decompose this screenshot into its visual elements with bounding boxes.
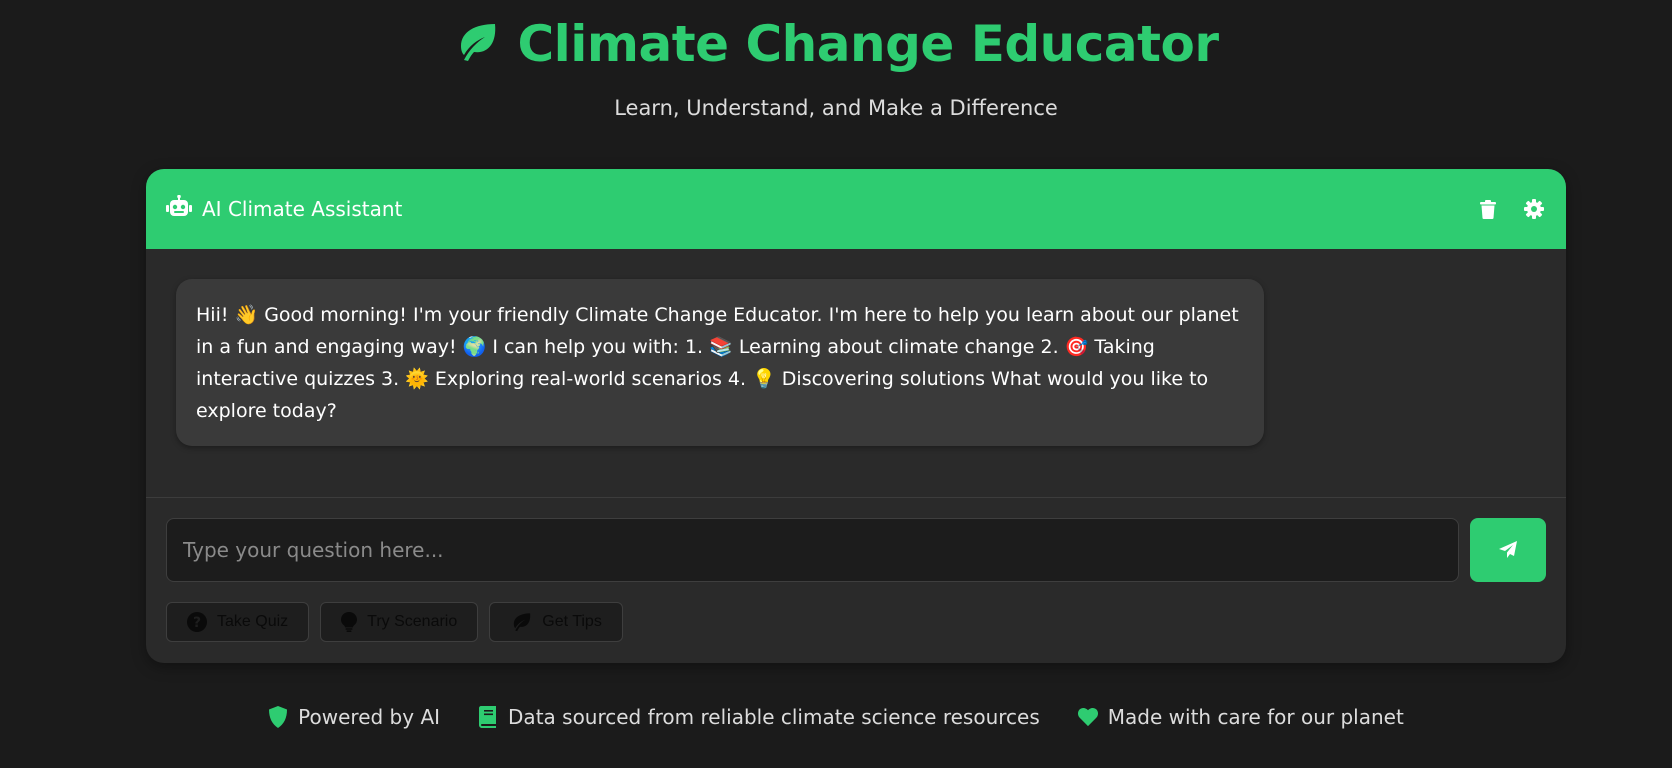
try-scenario-button[interactable]: Try Scenario	[320, 602, 479, 642]
divider	[146, 497, 1566, 498]
footer-label: Powered by AI	[298, 705, 441, 729]
gear-icon	[1524, 199, 1544, 219]
bot-message: Hii! 👋 Good morning! I'm your friendly C…	[176, 279, 1264, 446]
get-tips-label: Get Tips	[542, 613, 602, 630]
try-scenario-label: Try Scenario	[367, 613, 458, 630]
heart-icon	[1077, 707, 1098, 727]
svg-text:?: ?	[193, 615, 201, 631]
footer: Powered by AI Data sourced from reliable…	[0, 705, 1672, 729]
question-circle-icon: ?	[187, 612, 207, 632]
get-tips-button[interactable]: Get Tips	[489, 602, 623, 642]
question-input[interactable]	[166, 518, 1459, 582]
take-quiz-label: Take Quiz	[217, 613, 289, 630]
book-icon	[479, 706, 497, 728]
footer-item-care: Made with care for our planet	[1077, 705, 1404, 729]
page-title: Climate Change Educator	[517, 15, 1219, 73]
chat-header: AI Climate Assistant	[146, 169, 1566, 249]
footer-item-powered: Powered by AI	[268, 705, 440, 729]
footer-label: Data sourced from reliable climate scien…	[508, 705, 1040, 729]
chat-panel: AI Climate Assistant Hii! 👋 Good morning…	[146, 169, 1566, 663]
settings-button[interactable]	[1522, 197, 1546, 221]
input-row	[166, 518, 1546, 582]
page: Climate Change Educator Learn, Understan…	[0, 0, 1672, 768]
leaf-icon	[514, 613, 531, 632]
chat-header-actions	[1476, 197, 1546, 221]
footer-item-data-source: Data sourced from reliable climate scien…	[478, 705, 1040, 729]
page-header: Climate Change Educator	[0, 12, 1672, 76]
shield-icon	[269, 706, 288, 728]
lightbulb-icon	[341, 612, 358, 632]
footer-label: Made with care for our planet	[1107, 705, 1404, 729]
clear-chat-button[interactable]	[1476, 197, 1500, 221]
paper-plane-icon	[1499, 541, 1517, 558]
page-subtitle: Learn, Understand, and Make a Difference	[614, 96, 1058, 120]
trash-icon	[1480, 199, 1496, 219]
quick-actions: ? Take Quiz Try Scenario Get Tips	[166, 602, 623, 642]
robot-icon	[166, 194, 202, 223]
leaf-icon	[453, 22, 499, 66]
send-button[interactable]	[1470, 518, 1546, 582]
chat-title: AI Climate Assistant	[202, 197, 403, 221]
take-quiz-button[interactable]: ? Take Quiz	[166, 602, 310, 642]
message-list: Hii! 👋 Good morning! I'm your friendly C…	[146, 249, 1566, 497]
